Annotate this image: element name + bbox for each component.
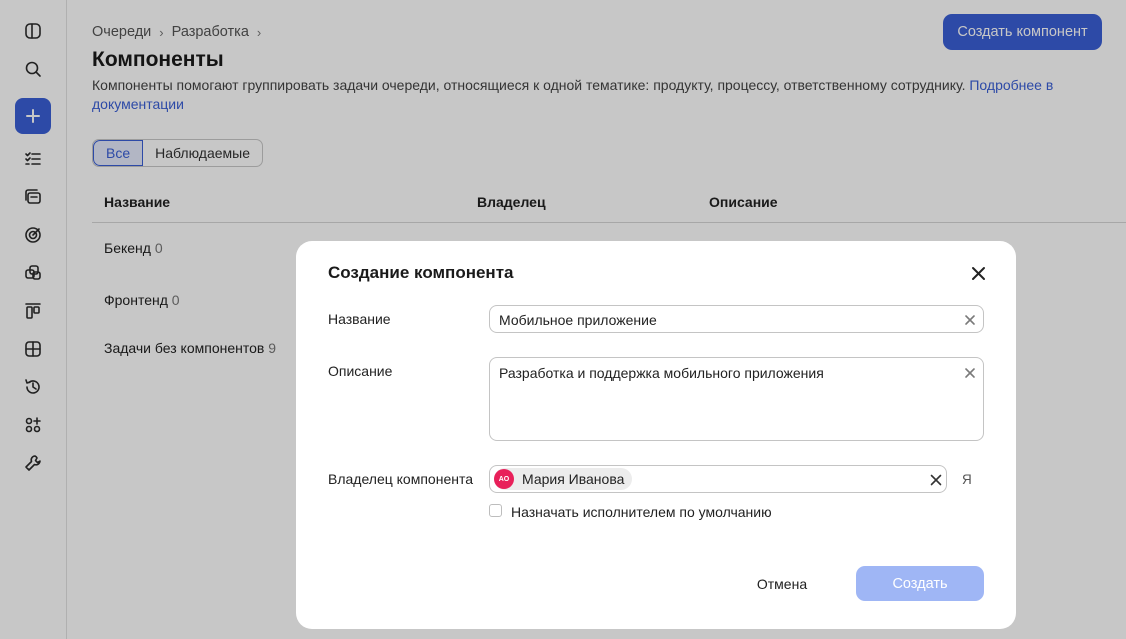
create-component-dialog: Создание компонента Название Мобильное п… (296, 241, 1016, 629)
assign-me-link[interactable]: Я (962, 472, 972, 487)
owner-select[interactable]: АО Мария Иванова (489, 465, 947, 493)
close-icon[interactable] (968, 263, 988, 283)
default-assignee-checkbox[interactable] (489, 504, 502, 517)
description-textarea[interactable]: Разработка и поддержка мобильного прилож… (489, 357, 984, 441)
clear-owner-icon[interactable] (930, 473, 942, 486)
cancel-button[interactable]: Отмена (740, 567, 824, 601)
owner-name: Мария Иванова (522, 471, 625, 487)
owner-label: Владелец компонента (328, 471, 473, 487)
create-button[interactable]: Создать (856, 566, 984, 601)
clear-name-icon[interactable] (964, 313, 976, 325)
description-label: Описание (328, 363, 393, 379)
name-input-value: Мобильное приложение (499, 312, 657, 328)
dialog-title: Создание компонента (328, 263, 514, 282)
name-label: Название (328, 311, 391, 327)
clear-description-icon[interactable] (964, 366, 976, 378)
name-input[interactable]: Мобильное приложение (489, 305, 984, 333)
avatar: АО (494, 469, 514, 489)
default-assignee-label[interactable]: Назначать исполнителем по умолчанию (511, 504, 772, 520)
owner-chip[interactable]: АО Мария Иванова (494, 468, 633, 490)
description-textarea-value: Разработка и поддержка мобильного прилож… (499, 365, 824, 381)
